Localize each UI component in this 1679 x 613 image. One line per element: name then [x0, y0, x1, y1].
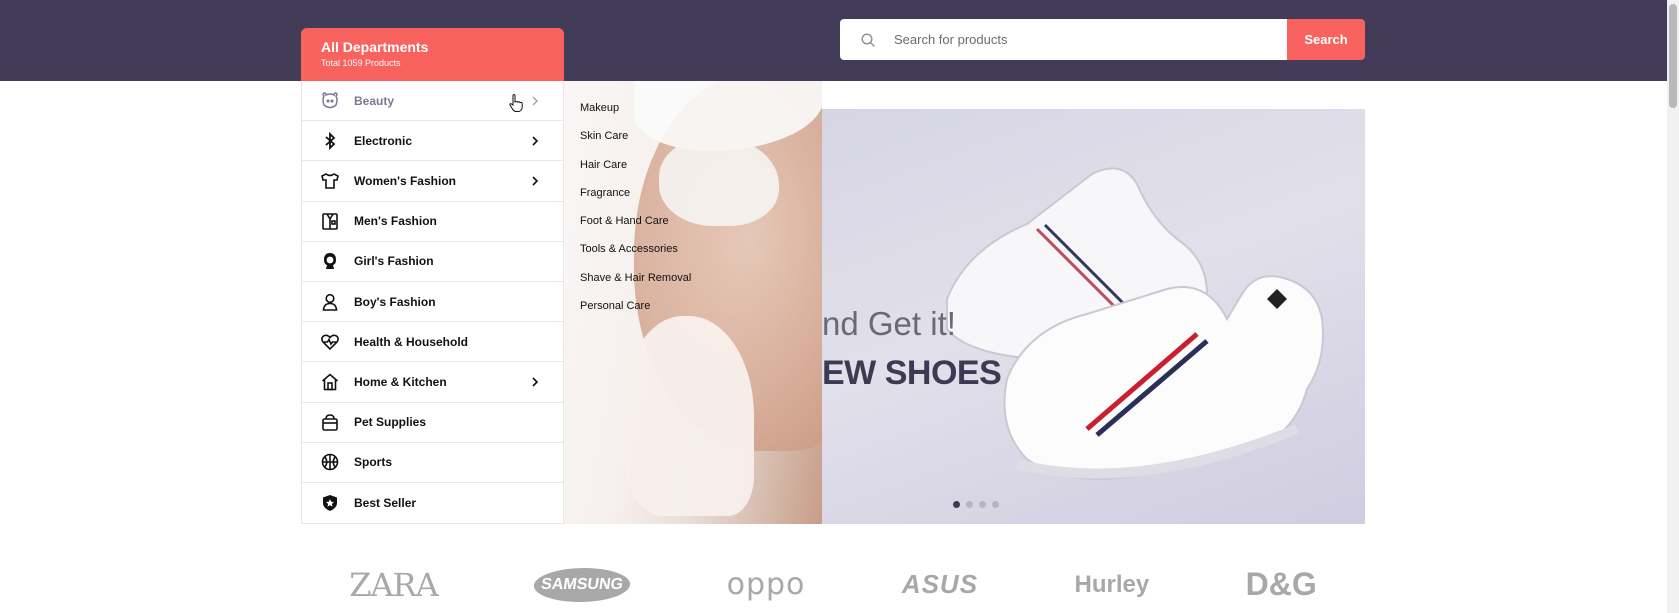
banner-top-spacer [822, 81, 1365, 109]
all-departments-button[interactable]: All Departments Total 1059 Products [301, 28, 564, 81]
subcategory-skin-care[interactable]: Skin Care [580, 129, 691, 157]
departments-product-count: Total 1059 Products [321, 58, 401, 68]
face-icon [320, 91, 340, 111]
glove-shape [624, 316, 754, 516]
chevron-right-icon [532, 96, 538, 106]
slider-pagination [953, 501, 999, 508]
slide-dot-1[interactable] [953, 501, 960, 508]
menu-item-mens-fashion[interactable]: Men's Fashion [302, 202, 563, 242]
subcategory-makeup[interactable]: Makeup [580, 101, 691, 129]
search-icon [861, 32, 875, 47]
page-scrollbar[interactable] [1667, 0, 1679, 613]
beauty-submenu-panel: Makeup Skin Care Hair Care Fragrance Foo… [564, 81, 822, 524]
menu-item-electronic[interactable]: Electronic [302, 121, 563, 162]
menu-item-boys-fashion[interactable]: Boy's Fashion [302, 282, 563, 323]
pointer-cursor-icon [509, 94, 523, 112]
brand-logo-asus[interactable]: ASUS [902, 569, 978, 600]
brand-logo-hurley[interactable]: Hurley [1074, 571, 1149, 599]
menu-item-label: Men's Fashion [354, 214, 437, 229]
menu-item-best-seller[interactable]: Best Seller [302, 483, 563, 523]
suit-icon [320, 211, 340, 231]
departments-title: All Departments [321, 39, 429, 55]
hero-banner[interactable]: nd Get it! EW SHOES [822, 109, 1365, 524]
menu-item-girls-fashion[interactable]: Girl's Fashion [302, 242, 563, 282]
brand-logos-row: ZARA SAMSUNG oppo ASUS Hurley D&G [301, 556, 1365, 613]
search-button[interactable]: Search [1287, 19, 1365, 60]
subcategory-fragrance[interactable]: Fragrance [580, 186, 691, 214]
girl-icon [320, 251, 340, 271]
subcategory-hair-care[interactable]: Hair Care [580, 158, 691, 186]
heart-pulse-icon [320, 332, 340, 352]
menu-item-label: Best Seller [354, 495, 417, 510]
menu-item-label: Beauty [354, 93, 395, 108]
banner-tagline: nd Get it! [822, 305, 956, 342]
chevron-right-icon [532, 377, 539, 387]
menu-item-beauty[interactable]: Beauty [302, 81, 563, 122]
subcategory-shave-hair-removal[interactable]: Shave & Hair Removal [580, 271, 691, 299]
search-bar [840, 19, 1288, 60]
brand-logo-oppo[interactable]: oppo [727, 567, 806, 602]
menu-item-sports[interactable]: Sports [302, 443, 563, 483]
menu-item-label: Sports [354, 455, 393, 470]
brand-logo-samsung[interactable]: SAMSUNG [531, 567, 633, 602]
banner-headline: EW SHOES [822, 354, 1002, 392]
menu-item-label: Pet Supplies [354, 415, 427, 430]
slide-dot-4[interactable] [992, 501, 999, 508]
search-input[interactable] [894, 32, 1274, 47]
slide-dot-2[interactable] [966, 501, 973, 508]
menu-item-label: Home & Kitchen [354, 374, 447, 389]
chevron-right-icon [532, 136, 539, 146]
menu-item-label: Women's Fashion [354, 173, 456, 188]
subcategory-foot-hand-care[interactable]: Foot & Hand Care [580, 214, 691, 242]
slide-dot-3[interactable] [979, 501, 986, 508]
home-icon [320, 372, 340, 392]
menu-item-label: Health & Household [354, 334, 469, 349]
menu-item-label: Girl's Fashion [354, 254, 434, 269]
menu-item-womens-fashion[interactable]: Women's Fashion [302, 161, 563, 202]
chevron-right-icon [532, 176, 539, 186]
pet-carrier-icon [320, 412, 340, 432]
person-icon [320, 292, 340, 312]
departments-menu: Beauty Electronic Women's Fashion Men's … [301, 81, 564, 524]
star-shield-icon [320, 493, 340, 513]
subcategory-personal-care[interactable]: Personal Care [580, 299, 691, 327]
menu-item-label: Electronic [354, 133, 413, 148]
bluetooth-icon [320, 131, 340, 151]
scrollbar-thumb[interactable] [1669, 4, 1677, 108]
brand-logo-zara[interactable]: ZARA [349, 566, 439, 604]
beauty-subcategory-list: Makeup Skin Care Hair Care Fragrance Foo… [580, 101, 691, 327]
menu-item-home-kitchen[interactable]: Home & Kitchen [302, 362, 563, 403]
menu-item-health-household[interactable]: Health & Household [302, 322, 563, 363]
menu-item-pet-supplies[interactable]: Pet Supplies [302, 403, 563, 443]
basketball-icon [320, 452, 340, 472]
brand-logo-dg[interactable]: D&G [1246, 566, 1317, 603]
dress-icon [320, 171, 340, 191]
subcategory-tools-accessories[interactable]: Tools & Accessories [580, 242, 691, 270]
menu-item-label: Boy's Fashion [354, 294, 436, 309]
